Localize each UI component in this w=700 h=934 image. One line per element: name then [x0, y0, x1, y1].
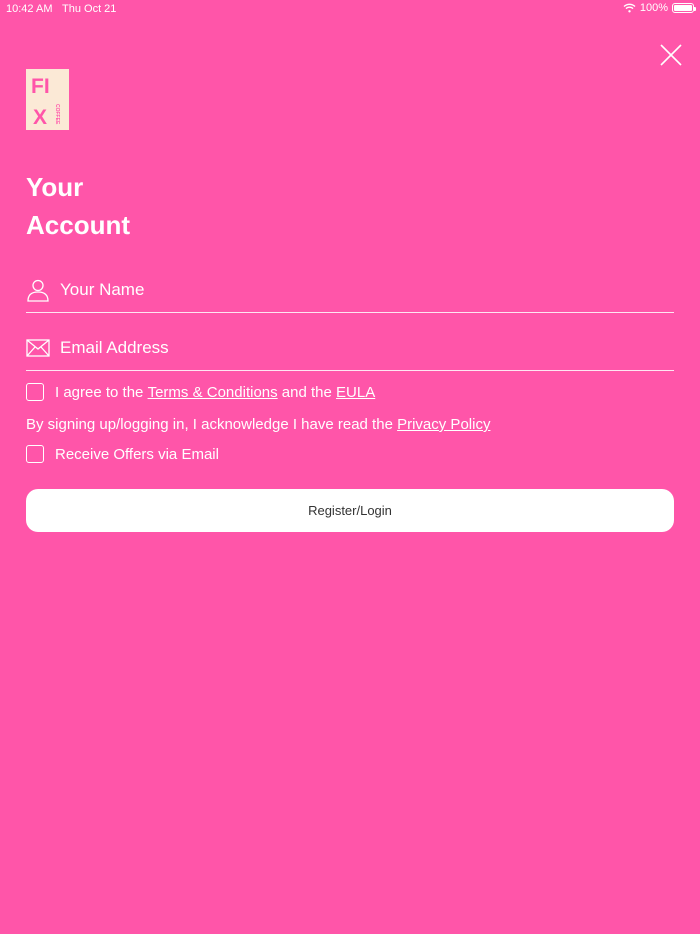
fix-coffee-logo: FI X COFFEE: [26, 69, 69, 130]
acknowledge-prefix: By signing up/logging in, I acknowledge …: [26, 416, 398, 433]
offers-checkbox[interactable]: [26, 445, 44, 463]
page-title: Your Account: [26, 168, 130, 244]
status-indicators: 100%: [623, 2, 696, 14]
envelope-icon: [26, 339, 50, 357]
terms-checkbox[interactable]: [26, 383, 44, 401]
terms-row: I agree to the Terms & Conditions and th…: [26, 383, 375, 401]
title-line-1: Your: [26, 172, 84, 202]
battery-icon: [672, 3, 696, 13]
terms-prefix: I agree to the: [55, 383, 148, 401]
terms-link[interactable]: Terms & Conditions: [148, 384, 278, 401]
register-login-button[interactable]: Register/Login: [26, 489, 674, 532]
person-icon: [27, 279, 49, 302]
logo-letters-bottom: X: [33, 106, 47, 129]
email-field-row: [26, 326, 674, 371]
acknowledge-text: By signing up/logging in, I acknowledge …: [26, 416, 490, 433]
eula-link[interactable]: EULA: [336, 384, 375, 401]
offers-row: Receive Offers via Email: [26, 445, 219, 463]
battery-percent: 100%: [639, 2, 668, 14]
terms-middle: and the: [277, 383, 337, 401]
privacy-policy-link[interactable]: Privacy Policy: [397, 416, 490, 433]
logo-letters-top: FI: [31, 75, 50, 98]
title-line-2: Account: [26, 210, 130, 240]
logo-mark: FI X COFFEE: [31, 75, 60, 129]
offers-label: Receive Offers via Email: [55, 445, 219, 463]
status-date: Thu Oct 21: [62, 3, 117, 15]
name-input[interactable]: [60, 280, 660, 300]
close-button[interactable]: [657, 41, 685, 69]
status-time: 10:42 AM: [6, 3, 53, 15]
status-bar: 10:42 AM Thu Oct 21 100%: [0, 0, 700, 18]
logo-subtext: COFFEE: [54, 104, 60, 125]
close-icon: [660, 44, 682, 66]
email-input[interactable]: [60, 338, 660, 358]
name-field-row: [26, 268, 674, 313]
wifi-icon: [623, 3, 636, 13]
